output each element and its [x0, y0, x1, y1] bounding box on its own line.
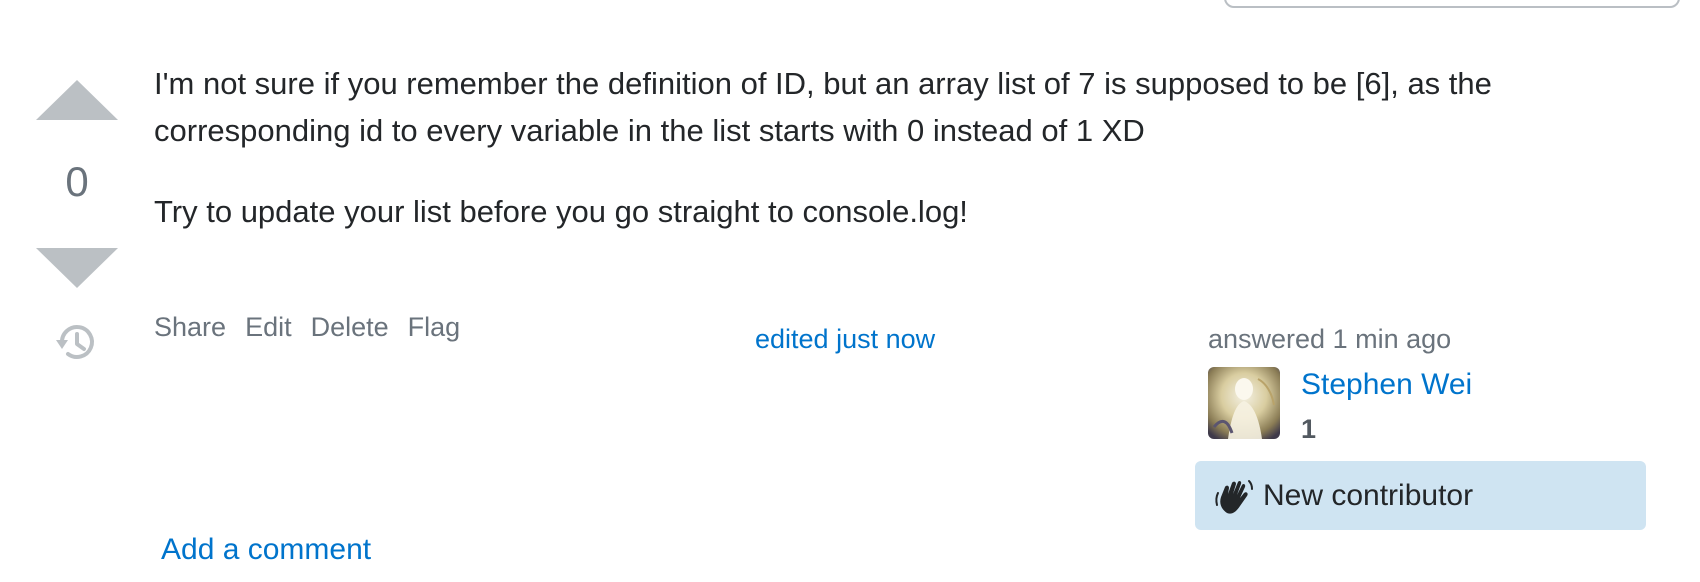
top-search-input-fragment[interactable] [1224, 0, 1680, 8]
avatar[interactable] [1208, 367, 1280, 439]
new-contributor-label: New contributor [1263, 478, 1474, 512]
user-name-link[interactable]: Stephen Wei [1301, 367, 1472, 403]
edit-link[interactable]: Edit [245, 310, 292, 344]
answered-time: answered 1 min ago [1208, 324, 1452, 354]
vote-cell: 0 [36, 80, 120, 380]
add-comment-link[interactable]: Add a comment [161, 531, 371, 569]
answer-body: I'm not sure if you remember the definit… [154, 60, 1654, 269]
answer-paragraph: I'm not sure if you remember the definit… [154, 66, 1492, 148]
post-menu: Share Edit Delete Flag [154, 310, 460, 344]
vote-count: 0 [65, 158, 89, 205]
avatar-image [1208, 367, 1280, 439]
new-contributor-badge[interactable]: New contributor [1195, 461, 1646, 530]
downvote-button[interactable] [36, 248, 118, 288]
upvote-arrow-icon [36, 80, 118, 120]
flag-link[interactable]: Flag [408, 310, 461, 344]
share-link[interactable]: Share [154, 310, 226, 344]
waving-hand-icon [1215, 479, 1253, 514]
history-icon [56, 324, 94, 359]
reputation-score: 1 [1301, 414, 1317, 444]
edited-time-link[interactable]: edited just now [755, 322, 935, 356]
history-button[interactable] [54, 320, 100, 366]
downvote-arrow-icon [36, 248, 118, 288]
answer-paragraph: Try to update your list before you go st… [154, 194, 968, 229]
delete-link[interactable]: Delete [311, 310, 389, 344]
upvote-button[interactable] [36, 80, 118, 120]
